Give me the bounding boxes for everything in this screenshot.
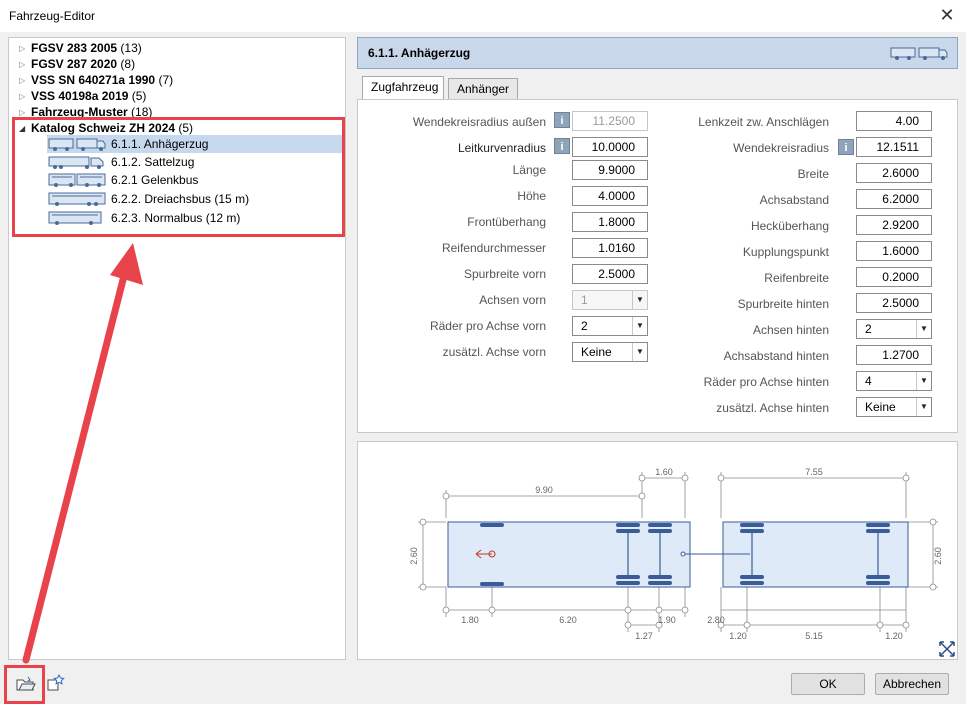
annotation-arrow [22,243,143,664]
